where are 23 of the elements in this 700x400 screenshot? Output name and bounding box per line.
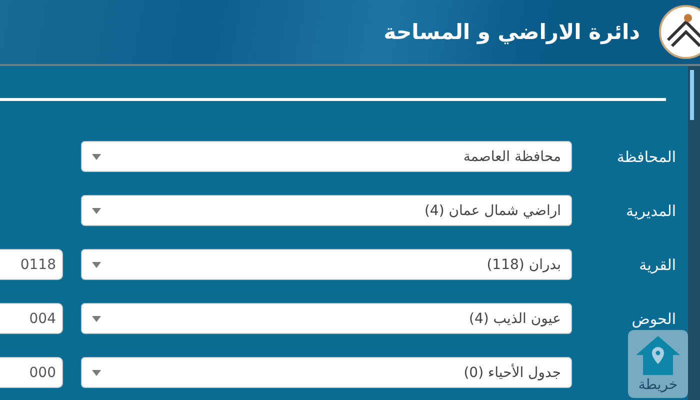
scrollbar[interactable] [688, 66, 700, 400]
code-field[interactable]: 0118 [0, 249, 63, 280]
caret-icon [92, 208, 101, 214]
dropdown[interactable]: بدران (118) [81, 249, 572, 280]
dropdown[interactable]: عيون الذيب (4) [81, 303, 572, 334]
map-button[interactable]: خريطة [628, 330, 688, 398]
caret-icon [92, 370, 101, 376]
dropdown[interactable]: جدول الأحياء (0) [81, 357, 572, 388]
field-label: الحوض [630, 310, 677, 328]
house-pin-icon [635, 335, 681, 375]
logo-icon [658, 4, 700, 60]
field-label: القرية [638, 256, 677, 274]
dropdown[interactable]: محافظة العاصمة [81, 141, 572, 172]
dropdown[interactable]: اراضي شمال عمان (4) [81, 195, 572, 226]
field-label: المحافظة [616, 148, 677, 166]
code-field[interactable]: 000 [0, 357, 63, 388]
caret-icon [92, 316, 101, 322]
field-label: المديرية [625, 202, 677, 220]
scrollbar-thumb[interactable] [690, 70, 694, 120]
site-title: دائرة الاراضي و المساحة [384, 20, 640, 44]
code-field[interactable]: 004 [0, 303, 63, 334]
caret-icon [92, 154, 101, 160]
caret-icon [92, 262, 101, 268]
